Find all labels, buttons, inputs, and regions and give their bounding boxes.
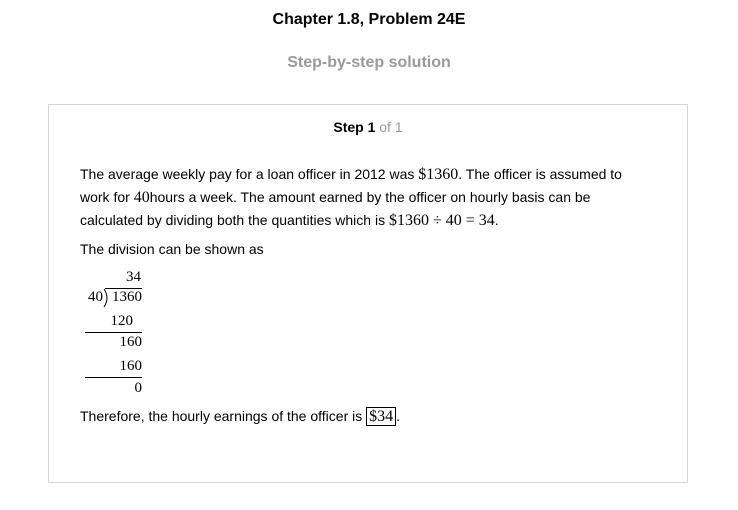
math-hours: 40 — [133, 189, 150, 206]
answer-box: $34 — [366, 407, 397, 426]
dividend: 1360 — [112, 289, 142, 305]
quotient: 34 — [126, 269, 141, 285]
subtract-2: 160 — [119, 358, 143, 374]
step-count: of 1 — [379, 119, 403, 135]
step-header: Step 1 of 1 — [49, 119, 687, 135]
remainder-1: 160 — [119, 334, 143, 350]
page-subtitle: Step-by-step solution — [287, 54, 451, 71]
subtract-line-2 — [85, 377, 142, 378]
subtract-1: 120 — [110, 313, 134, 329]
text-segment: . — [396, 408, 401, 424]
final-remainder: 0 — [134, 380, 143, 396]
page-title: Chapter 1.8, Problem 24E — [272, 11, 466, 28]
divisor: 40 — [88, 289, 103, 305]
paragraph-line-2: work for 40hours a week. The amount earn… — [80, 186, 590, 209]
conclusion-line: Therefore, the hourly earnings of the of… — [80, 405, 400, 428]
paragraph-line-4: The division can be shown as — [80, 241, 264, 257]
long-division: 34 40 1360 120 160 160 0 — [85, 269, 155, 401]
text-segment: . The officer is assumed to — [458, 166, 622, 182]
paragraph-line-3: calculated by dividing both the quantiti… — [80, 209, 499, 232]
text-segment: calculated by dividing both the quantiti… — [80, 212, 389, 228]
text-segment: hours a week. The amount earned by the o… — [149, 189, 591, 205]
text-segment: Therefore, the hourly earnings of the of… — [80, 408, 367, 424]
solution-card: Step 1 of 1 The average weekly pay for a… — [48, 104, 688, 483]
text-segment: . — [494, 212, 499, 228]
step-label: Step 1 — [333, 119, 376, 135]
text-segment: The average weekly pay for a loan office… — [80, 166, 419, 182]
math-equation: $1360 ÷ 40 = 34 — [388, 212, 495, 229]
subtract-line-1 — [85, 332, 142, 333]
text-segment: work for — [80, 189, 134, 205]
math-pay: $1360 — [418, 166, 459, 183]
paragraph-line-1: The average weekly pay for a loan office… — [80, 163, 622, 186]
